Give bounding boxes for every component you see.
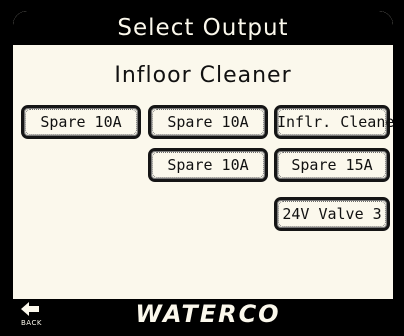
back-button[interactable]: BACK xyxy=(19,300,49,328)
output-button-spare-15a[interactable]: Spare 15A xyxy=(274,148,390,182)
device-screen: Select Output Infloor Cleaner Spare 10A … xyxy=(0,0,404,336)
waterco-logo: WATERCO xyxy=(135,300,281,328)
output-button-inflr-cleaner[interactable]: Inflr. Cleaner xyxy=(274,105,393,139)
footer-bar: BACK WATERCO xyxy=(13,299,393,329)
selected-output-name: Infloor Cleaner xyxy=(114,63,292,88)
output-button-spare-10a-3[interactable]: Spare 10A xyxy=(148,148,268,182)
output-button-24v-valve-3[interactable]: 24V Valve 3 xyxy=(274,197,390,231)
back-label: BACK xyxy=(21,319,42,327)
back-arrow-icon xyxy=(21,302,39,316)
output-button-spare-10a-2[interactable]: Spare 10A xyxy=(148,105,268,139)
page-title: Select Output xyxy=(13,11,393,45)
lcd-panel: Select Output Infloor Cleaner Spare 10A … xyxy=(13,11,393,329)
output-button-spare-10a-1[interactable]: Spare 10A xyxy=(21,105,141,139)
